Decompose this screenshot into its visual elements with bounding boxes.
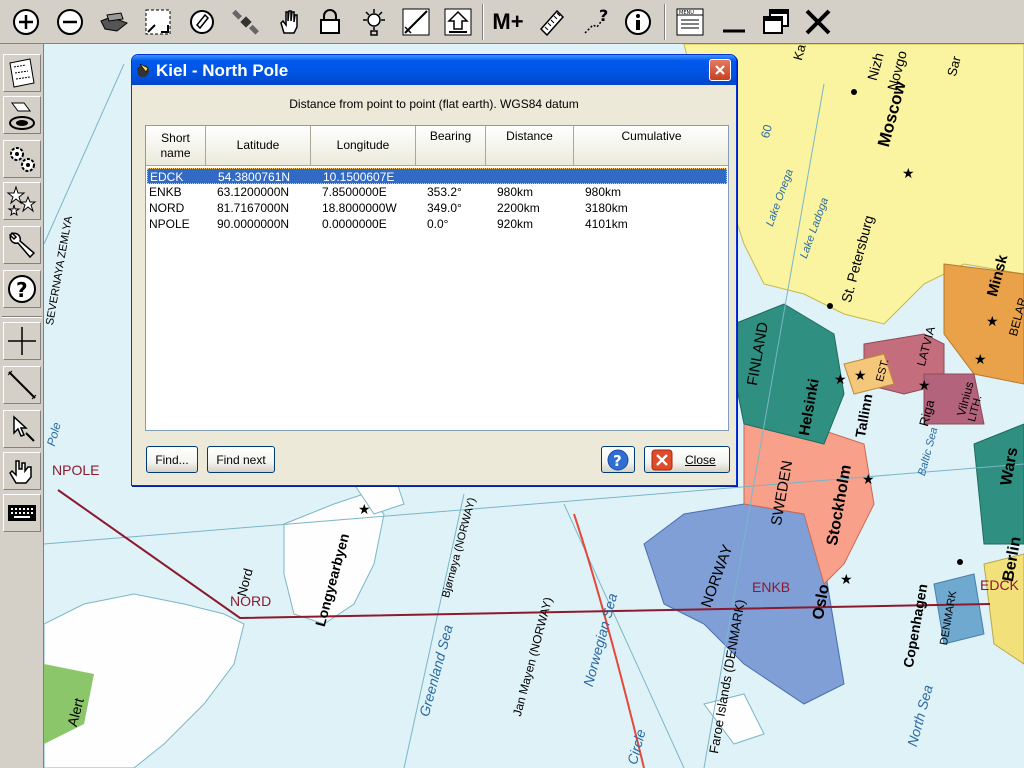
table-row[interactable]: NORD 81.7167000N 18.8000000W 349.0° 2200…: [147, 200, 727, 216]
cell-short-name: EDCK: [150, 170, 184, 184]
ruler-icon[interactable]: [534, 4, 570, 40]
svg-text:★: ★: [358, 502, 371, 518]
svg-text:★: ★: [854, 368, 867, 384]
line-icon[interactable]: [3, 366, 41, 404]
table-row[interactable]: NPOLE 90.0000000N 0.0000000E 0.0° 920km …: [147, 216, 727, 232]
dialog-subtitle: Distance from point to point (flat earth…: [289, 97, 579, 111]
waypoint-label-npole: NPOLE: [52, 462, 100, 478]
cell-distance: 2200km: [497, 201, 540, 215]
cell-distance: 920km: [497, 217, 534, 231]
svg-text:★: ★: [834, 372, 847, 388]
minimize-icon[interactable]: [716, 4, 752, 40]
svg-text:★: ★: [918, 378, 931, 394]
crosshair-icon[interactable]: [3, 322, 41, 360]
help-icon: ?: [607, 449, 629, 470]
cell-latitude: 63.1200000N: [217, 185, 290, 199]
restore-icon[interactable]: [758, 4, 794, 40]
help-icon[interactable]: ?: [3, 270, 41, 308]
route-query-icon[interactable]: ?: [578, 4, 614, 40]
close-button[interactable]: Close: [644, 446, 730, 473]
draw-icon[interactable]: [398, 4, 434, 40]
column-header-bearing[interactable]: Bearing: [416, 126, 486, 166]
table-row[interactable]: ENKB 63.1200000N 7.8500000E 353.2° 980km…: [147, 184, 727, 200]
close-x-icon: [651, 449, 673, 470]
upload-icon[interactable]: [440, 4, 476, 40]
column-header-longitude[interactable]: Longitude: [311, 126, 416, 166]
find-button-label: Find...: [155, 452, 189, 467]
close-icon[interactable]: [800, 4, 836, 40]
close-button-label: Close: [685, 452, 716, 467]
svg-text:?: ?: [16, 278, 28, 302]
map-icon[interactable]: [3, 54, 41, 92]
waypoint-label-nord: NORD: [230, 593, 272, 609]
cell-bearing: 0.0°: [427, 217, 449, 231]
cell-bearing: 353.2°: [427, 185, 462, 199]
svg-text:★: ★: [974, 352, 987, 368]
list-header: Short name Latitude Longitude Bearing Dis…: [146, 126, 728, 166]
cell-distance: 980km: [497, 185, 534, 199]
pointer-icon[interactable]: [3, 410, 41, 448]
info-icon[interactable]: [620, 4, 656, 40]
cell-longitude: 7.8500000E: [322, 185, 387, 199]
find-button[interactable]: Find...: [146, 446, 198, 473]
find-next-button[interactable]: Find next: [207, 446, 275, 473]
gears-icon[interactable]: [3, 140, 41, 178]
waypoint-label-enkb: ENKB: [752, 579, 791, 595]
help-button[interactable]: ?: [601, 446, 635, 473]
zoom-in-icon[interactable]: [8, 4, 44, 40]
pan-hand-icon[interactable]: [272, 4, 308, 40]
top-toolbar: M+ ? MENU: [0, 0, 1024, 44]
cell-short-name: ENKB: [149, 185, 182, 199]
cell-longitude: 10.1500607E: [323, 170, 395, 184]
satellite-icon[interactable]: [228, 4, 264, 40]
menu-icon[interactable]: MENU: [672, 4, 708, 40]
cell-latitude: 54.3800761N: [218, 170, 291, 184]
cell-latitude: 90.0000000N: [217, 217, 290, 231]
dialog-body: Distance from point to point (flat earth…: [136, 85, 732, 483]
target-icon[interactable]: [3, 96, 41, 134]
column-header-short-name[interactable]: Short name: [146, 126, 206, 166]
lock-icon[interactable]: [312, 4, 348, 40]
keyboard-icon[interactable]: [3, 494, 41, 532]
cell-longitude: 0.0000000E: [322, 217, 387, 231]
table-row[interactable]: EDCK 54.3800761N 10.1500607E: [147, 168, 727, 184]
waypoint-list[interactable]: Short name Latitude Longitude Bearing Dis…: [145, 125, 729, 431]
svg-text:?: ?: [613, 452, 622, 470]
svg-text:MENU: MENU: [679, 10, 694, 16]
cell-short-name: NPOLE: [149, 217, 190, 231]
stars-icon[interactable]: [3, 182, 41, 220]
column-header-cumulative[interactable]: Cumulative: [574, 126, 728, 166]
cell-cumulative: 3180km: [585, 201, 628, 215]
svg-text:★: ★: [986, 314, 999, 330]
dialog-titlebar[interactable]: Kiel - North Pole: [132, 55, 736, 85]
dialog-close-icon[interactable]: [709, 59, 731, 81]
cell-cumulative: 980km: [585, 185, 622, 199]
rotate-map-icon[interactable]: [184, 4, 220, 40]
memory-plus-icon[interactable]: M+: [490, 4, 526, 40]
cell-short-name: NORD: [149, 201, 185, 215]
zoom-out-icon[interactable]: [52, 4, 88, 40]
app-icon: [137, 63, 149, 77]
column-header-latitude[interactable]: Latitude: [206, 126, 311, 166]
left-toolbar: ?: [0, 44, 44, 768]
cell-cumulative: 4101km: [585, 217, 628, 231]
svg-text:★: ★: [840, 572, 853, 588]
cell-latitude: 81.7167000N: [217, 201, 290, 215]
fit-window-icon[interactable]: [140, 4, 176, 40]
svg-text:?: ?: [599, 7, 608, 25]
cell-longitude: 18.8000000W: [322, 201, 397, 215]
column-header-distance[interactable]: Distance: [486, 126, 574, 166]
flyover-icon[interactable]: [96, 4, 132, 40]
svg-text:★: ★: [862, 472, 875, 488]
find-next-button-label: Find next: [216, 452, 266, 467]
brightness-icon[interactable]: [356, 4, 392, 40]
wrench-icon[interactable]: [3, 226, 41, 264]
hand-pointer-icon[interactable]: [3, 452, 41, 490]
dialog-title: Kiel - North Pole: [156, 61, 289, 80]
route-dialog: Kiel - North Pole Distance from point to…: [131, 54, 737, 486]
cell-bearing: 349.0°: [427, 201, 462, 215]
svg-text:★: ★: [902, 166, 915, 182]
